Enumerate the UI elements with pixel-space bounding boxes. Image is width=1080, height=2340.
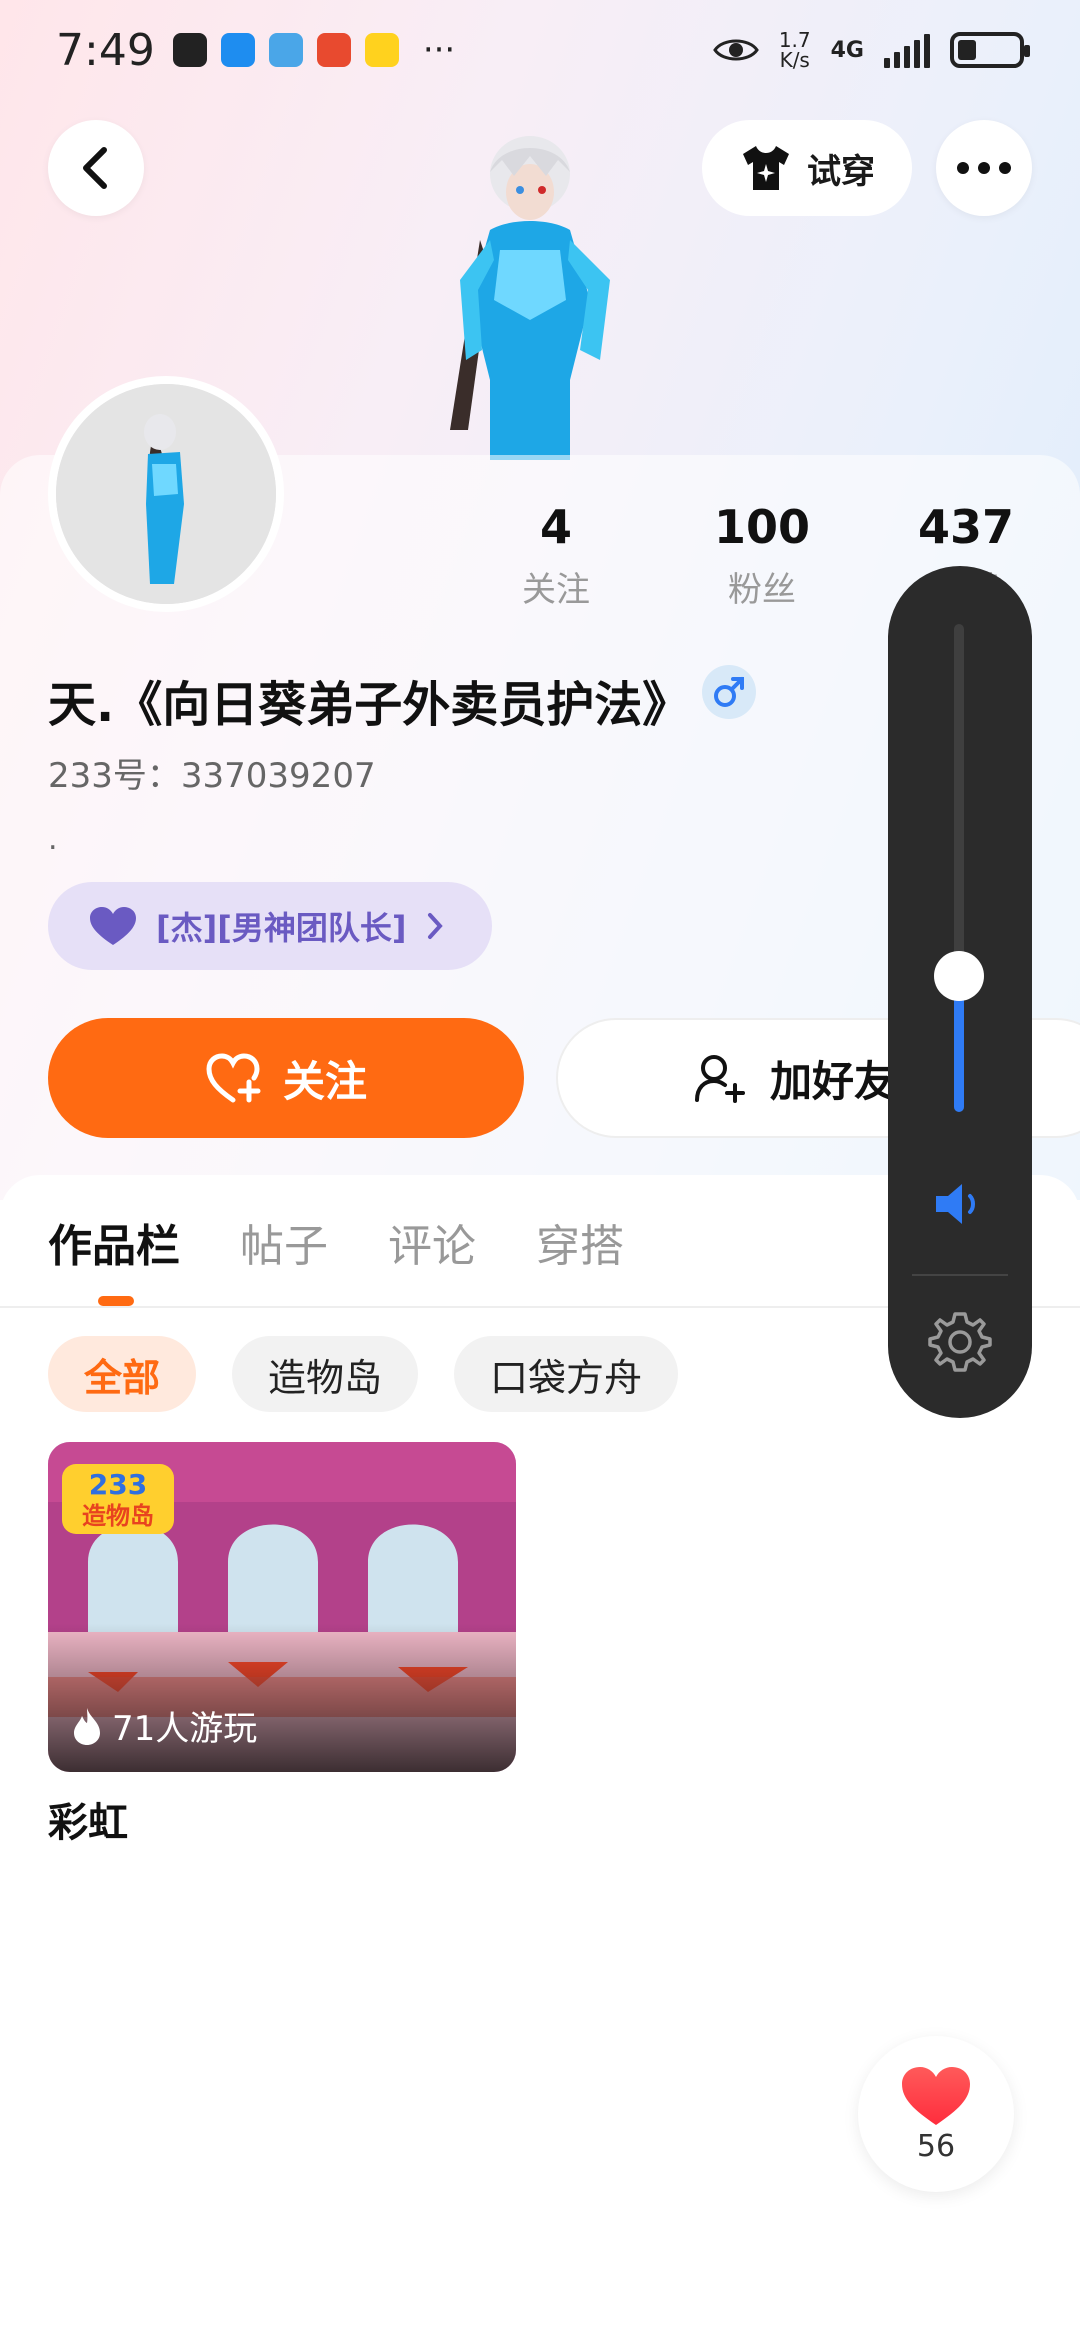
team-badge[interactable]: [杰][男神团队长] [48, 882, 492, 970]
gender-badge [702, 665, 756, 719]
app-notification-icon [220, 33, 255, 67]
speaker-icon[interactable] [932, 1180, 988, 1228]
network-type: 4G [830, 37, 864, 63]
chip-creation-island[interactable]: 造物岛 [232, 1336, 419, 1412]
try-on-label: 试穿 [807, 151, 875, 192]
user-id: 233号：337039207 [48, 756, 376, 796]
network-speed: 1.7 K/s [778, 28, 811, 72]
follow-label: 关注 [282, 1056, 367, 1106]
tshirt-icon [743, 146, 789, 190]
chevron-right-icon [427, 913, 443, 939]
volume-fill [954, 995, 964, 1112]
players-count: 71人游玩 [72, 1701, 257, 1750]
volume-slider-handle[interactable] [934, 951, 984, 1001]
team-label: [杰][男神团队长] [156, 909, 407, 947]
add-user-icon [695, 1055, 745, 1103]
tab-outfits[interactable]: 穿搭 [536, 1210, 624, 1274]
chip-all[interactable]: 全部 [48, 1336, 197, 1412]
volume-divider [912, 1274, 1008, 1276]
more-horizontal-icon [957, 162, 1011, 174]
heart-icon [902, 2066, 970, 2125]
followers-stat[interactable]: 100 粉丝 [662, 500, 862, 611]
app-notification-icon [172, 33, 207, 67]
more-button[interactable] [936, 120, 1032, 216]
svg-text:233: 233 [89, 1468, 147, 1501]
eye-icon [713, 39, 759, 61]
like-button[interactable]: 56 [858, 2036, 1014, 2192]
app-notification-icon [268, 33, 303, 67]
status-time: 7:49 [56, 24, 155, 76]
follow-button[interactable]: 关注 [48, 1018, 524, 1138]
bio: . [48, 822, 58, 857]
chevron-left-icon [83, 147, 107, 189]
filter-chips: 全部 造物岛 口袋方舟 [48, 1336, 679, 1412]
fire-icon [74, 1707, 100, 1745]
signal-icon [884, 32, 930, 68]
avatar-3d-figure[interactable] [420, 130, 640, 460]
heart-plus-icon [206, 1053, 261, 1103]
back-button[interactable] [48, 120, 144, 216]
avatar-image [56, 384, 276, 604]
profile-name: 天.《向日葵弟子外卖员护法》 [48, 677, 691, 733]
volume-panel [888, 566, 1032, 1418]
like-count: 56 [916, 2128, 956, 2164]
avatar[interactable] [48, 376, 284, 612]
following-count: 4 [539, 500, 572, 554]
tab-posts[interactable]: 帖子 [240, 1210, 328, 1274]
status-bar: 7:49 ··· 1.7 K/s 4G [0, 0, 1080, 100]
likes-count: 437 [917, 500, 1015, 554]
heart-icon [90, 907, 136, 945]
work-card[interactable]: 233 造物岛 71人游玩 [48, 1442, 516, 1772]
tab-comments[interactable]: 评论 [388, 1210, 476, 1274]
male-icon [714, 677, 744, 707]
following-stat[interactable]: 4 关注 [456, 500, 656, 611]
svg-text:造物岛: 造物岛 [82, 1502, 154, 1530]
followers-count: 100 [713, 500, 811, 554]
add-friend-label: 加好友 [770, 1056, 897, 1106]
profile-tabs: 作品栏 帖子 评论 穿搭 [48, 1210, 624, 1274]
tab-indicator [98, 1296, 134, 1306]
tab-works[interactable]: 作品栏 [48, 1210, 180, 1274]
notification-icons: ··· [172, 30, 456, 70]
app-notification-icon [364, 33, 399, 67]
following-label: 关注 [522, 570, 590, 610]
app-notification-icon [316, 33, 351, 67]
try-on-button[interactable]: 试穿 [702, 120, 912, 216]
more-notifications-icon: ··· [422, 30, 456, 70]
work-title: 彩虹 [48, 1800, 128, 1846]
battery-icon [950, 32, 1030, 68]
gear-icon[interactable] [928, 1310, 992, 1374]
chip-pocket-ark[interactable]: 口袋方舟 [454, 1336, 679, 1412]
followers-label: 粉丝 [728, 570, 796, 610]
